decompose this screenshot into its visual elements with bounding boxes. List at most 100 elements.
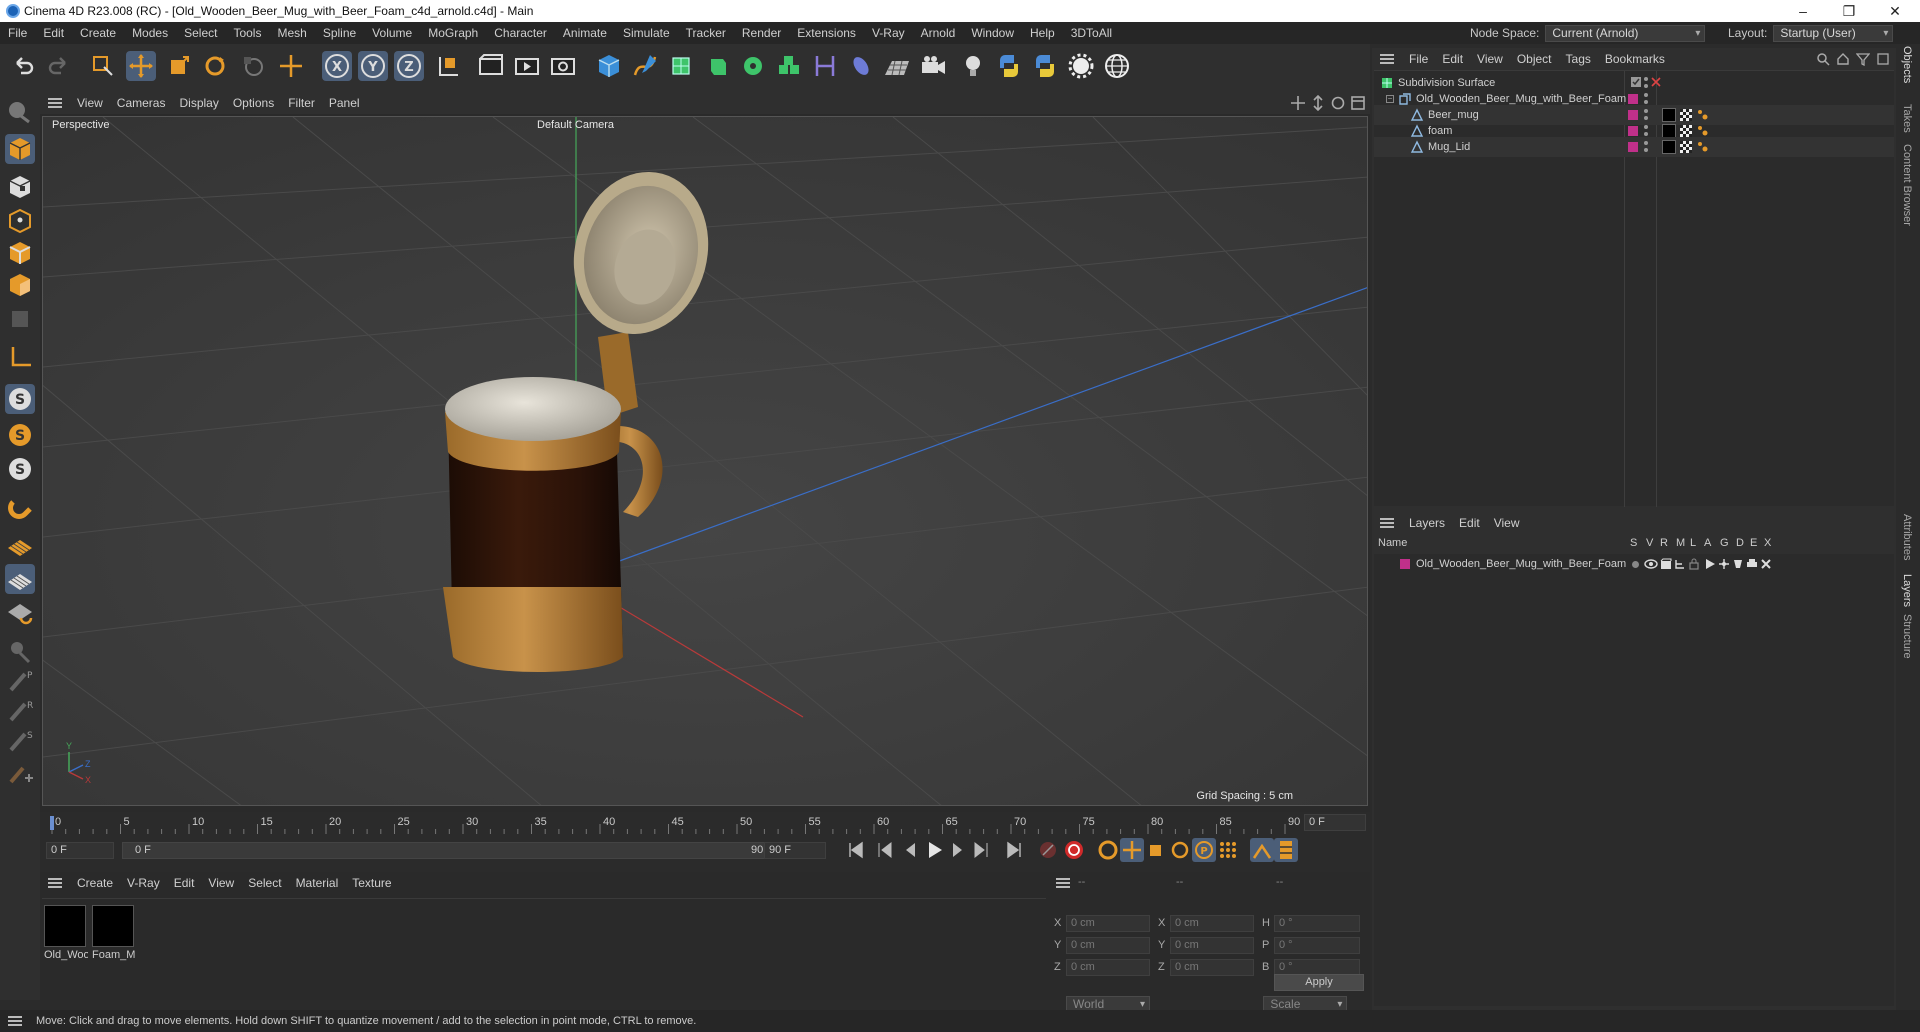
end-frame-field[interactable]: 90 F — [764, 842, 826, 859]
layer-color-tag[interactable] — [1628, 94, 1638, 104]
preview-range-slider[interactable]: 0 F 90 F — [122, 842, 786, 859]
mug-bottom-band[interactable] — [443, 587, 623, 672]
viewport-zoom-icon[interactable] — [1310, 95, 1326, 111]
extrude-generator-icon[interactable] — [702, 51, 732, 81]
menu-mesh[interactable]: Mesh — [269, 26, 314, 40]
object-menu-hamburger-icon[interactable] — [1380, 54, 1394, 64]
layout-dropdown[interactable]: Startup (User) — [1773, 24, 1894, 42]
menu-file[interactable]: File — [0, 26, 35, 40]
go-to-start-icon[interactable] — [844, 838, 868, 862]
start-frame-field[interactable]: 0 F — [46, 842, 114, 859]
menu-spline[interactable]: Spline — [315, 26, 364, 40]
layer-visible-eye-icon[interactable] — [1644, 558, 1658, 570]
undo-icon[interactable] — [8, 51, 38, 81]
play-forward-icon[interactable] — [922, 838, 946, 862]
edge-mode-icon[interactable] — [5, 238, 35, 268]
uv-mode-icon[interactable] — [5, 304, 35, 334]
viewport-pan-icon[interactable] — [1290, 95, 1306, 111]
object-menu-file[interactable]: File — [1402, 52, 1435, 66]
material-swatch[interactable]: Old_Woo — [44, 905, 88, 961]
tab-takes[interactable]: Takes — [1901, 104, 1913, 133]
material-menu-view[interactable]: View — [201, 876, 241, 890]
position-z-field[interactable]: 0 cm — [1066, 959, 1150, 976]
object-menu-view[interactable]: View — [1470, 52, 1510, 66]
arnold-tag-icon[interactable] — [1696, 124, 1710, 138]
keyframe-selection-icon[interactable] — [1096, 838, 1120, 862]
rotation-h-field[interactable]: 0 ° — [1274, 915, 1360, 932]
search-icon[interactable] — [1816, 52, 1830, 66]
render-view-icon[interactable] — [476, 51, 506, 81]
material-menu-select[interactable]: Select — [241, 876, 288, 890]
layer-col-deformers[interactable]: D — [1736, 537, 1744, 549]
texture-tag-icon[interactable] — [1680, 109, 1692, 121]
object-menu-tags[interactable]: Tags — [1559, 52, 1598, 66]
menu-animate[interactable]: Animate — [555, 26, 615, 40]
foam-top[interactable] — [445, 377, 621, 441]
rotate-tool-icon[interactable] — [200, 51, 230, 81]
quantize-icon[interactable]: S — [5, 454, 35, 484]
maximize-button[interactable]: ❐ — [1826, 0, 1872, 22]
material-menu-hamburger-icon[interactable] — [48, 878, 62, 888]
material-menu-material[interactable]: Material — [289, 876, 346, 890]
layer-color-tag[interactable] — [1628, 142, 1638, 152]
texture-tag-icon[interactable] — [1680, 141, 1692, 153]
close-button[interactable]: ✕ — [1872, 0, 1918, 22]
redo-icon[interactable] — [44, 51, 74, 81]
scale-tool-icon[interactable] — [164, 51, 194, 81]
layer-animation-icon[interactable] — [1704, 558, 1716, 570]
layer-color-tag[interactable] — [1628, 110, 1638, 120]
new-window-icon[interactable] — [1876, 52, 1890, 66]
coordinates-menu-hamburger-icon[interactable] — [1056, 878, 1070, 888]
texture-tag-icon[interactable] — [1680, 125, 1692, 137]
viewport-scene[interactable]: Perspective Default Camera Grid Spacing … — [43, 117, 1368, 806]
mograph-cloner-icon[interactable] — [774, 51, 804, 81]
layer-row[interactable]: Old_Wooden_Beer_Mug_with_Beer_Foam — [1374, 554, 1894, 574]
object-menu-object[interactable]: Object — [1510, 52, 1559, 66]
layer-col-generators[interactable]: G — [1720, 537, 1729, 549]
python-generator-icon[interactable] — [1030, 51, 1060, 81]
playhead[interactable] — [50, 816, 54, 830]
object-row-mug-lid[interactable]: Mug_Lid — [1374, 137, 1894, 157]
menu-volume[interactable]: Volume — [364, 26, 420, 40]
key-rotation-icon[interactable] — [1168, 838, 1192, 862]
menu-tools[interactable]: Tools — [225, 26, 269, 40]
menu-extensions[interactable]: Extensions — [789, 26, 864, 40]
rotation-p-field[interactable]: 0 ° — [1274, 937, 1360, 954]
object-menu-edit[interactable]: Edit — [1435, 52, 1470, 66]
layer-lock-icon[interactable] — [1688, 558, 1700, 570]
z-axis-lock-icon[interactable]: Z — [394, 51, 424, 81]
layer-menu-edit[interactable]: Edit — [1452, 516, 1487, 530]
arnold-tag-icon[interactable] — [1696, 140, 1710, 154]
layer-col-view[interactable]: V — [1646, 537, 1653, 549]
visibility-dots[interactable] — [1644, 77, 1648, 88]
motion-tracking-icon[interactable] — [1250, 838, 1274, 862]
layer-col-render[interactable]: R — [1660, 537, 1668, 549]
layer-expression-icon[interactable] — [1746, 558, 1758, 570]
node-space-dropdown[interactable]: Current (Arnold) — [1545, 24, 1706, 42]
current-frame-field[interactable]: 0 F — [1304, 814, 1366, 831]
layer-deformer-icon[interactable] — [1732, 558, 1744, 570]
plugin-gear-icon[interactable] — [1066, 51, 1096, 81]
cube-object-icon[interactable] — [594, 51, 624, 81]
timeline-ruler[interactable]: 0 5 10 15 20 25 30 35 40 45 50 55 60 65 70 75 80 85 90 0 F — [40, 812, 1370, 834]
move-tool-icon[interactable] — [126, 51, 156, 81]
viewport-menu-cameras[interactable]: Cameras — [110, 96, 173, 110]
render-settings-icon[interactable] — [548, 51, 578, 81]
tab-attributes[interactable]: Attributes — [1901, 514, 1913, 560]
snap-settings-icon[interactable]: S — [5, 420, 35, 450]
workplane-icon[interactable] — [5, 530, 35, 560]
material-tag-icon[interactable] — [1662, 124, 1676, 138]
autokey-record-icon[interactable] — [1062, 838, 1086, 862]
position-x-field[interactable]: 0 cm — [1066, 915, 1150, 932]
key-scale-icon[interactable] — [1144, 838, 1168, 862]
layer-menu-view[interactable]: View — [1487, 516, 1527, 530]
edit-check-icon[interactable] — [1630, 76, 1642, 88]
viewport-maximize-icon[interactable] — [1350, 95, 1366, 111]
snap-toggle-icon[interactable]: S — [5, 384, 35, 414]
menu-3dtoall[interactable]: 3DToAll — [1063, 26, 1120, 40]
viewport-camera-label[interactable]: Default Camera — [537, 119, 615, 131]
object-menu-bookmarks[interactable]: Bookmarks — [1598, 52, 1672, 66]
layer-xref-icon[interactable] — [1760, 558, 1772, 570]
y-axis-lock-icon[interactable]: Y — [358, 51, 388, 81]
model-mode-icon[interactable] — [5, 134, 35, 164]
